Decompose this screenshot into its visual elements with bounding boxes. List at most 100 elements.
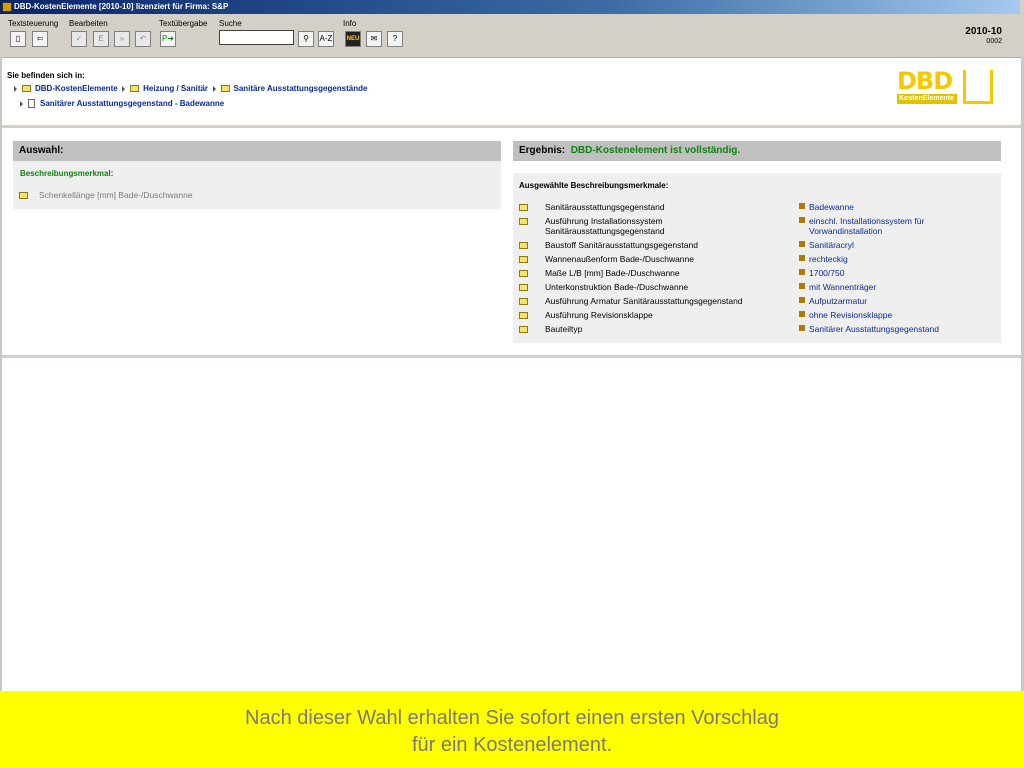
merkmal-name: Baustoff Sanitärausstattungsgegenstand (545, 240, 698, 250)
logo-subtext: KostenElemente (897, 94, 957, 104)
group-label-suche: Suche (219, 19, 242, 28)
auswahl-header: Auswahl: (13, 141, 501, 161)
merkmal-value[interactable]: Sanitärer Ausstattungsgegenstand (809, 324, 939, 334)
breadcrumb-label: Sie befinden sich in: (7, 71, 85, 80)
merkmal-name: Ausführung Installationssystem Sanitäraus… (545, 216, 665, 236)
app-icon (2, 2, 12, 12)
undo-icon: ↶ (139, 34, 147, 43)
arrow-right-icon (14, 85, 17, 92)
ergebnis-panel: Ausgewählte Beschreibungsmerkmale: Sanit… (513, 173, 1001, 343)
merkmal-value[interactable]: mit Wannenträger (809, 282, 876, 292)
marker-icon (799, 269, 805, 275)
folder-icon (19, 192, 28, 199)
merkmal-value[interactable]: Sanitäracryl (809, 240, 854, 250)
merkmal-value[interactable]: 1700/750 (809, 268, 844, 278)
folder-icon (519, 218, 528, 225)
marker-icon (799, 283, 805, 289)
merkmal-value[interactable]: rechteckig (809, 254, 848, 264)
arrow-right-icon (20, 100, 23, 107)
folder-icon (130, 85, 140, 93)
arrow-right-icon (212, 85, 216, 92)
search-input[interactable] (219, 30, 294, 45)
merkmal-name: Wannenaußenform Bade-/Duschwanne (545, 254, 694, 264)
arrow-right-icon (122, 85, 126, 92)
document-icon (28, 99, 35, 109)
news-button[interactable]: NEU (345, 31, 361, 47)
marker-icon (799, 297, 805, 303)
caption-line-1: Nach dieser Wahl erhalten Sie sofort ein… (245, 707, 779, 729)
binoculars-icon: ⚲ (303, 34, 309, 43)
auswahl-section-title: Beschreibungsmerkmal: (20, 169, 114, 178)
version-info: 2010-10 0002 (965, 26, 1002, 45)
folder-icon (519, 270, 528, 277)
merkmal-value[interactable]: Aufputzarmatur (809, 296, 867, 306)
breadcrumb-item-kostenelemente[interactable]: DBD-KostenElemente (35, 84, 118, 93)
version-build: 0002 (986, 38, 1002, 45)
merkmal-value-line2: Vorwandinstallation (809, 226, 883, 236)
checkmark-icon: ✓ (75, 34, 83, 43)
breadcrumb-current: Sanitärer Ausstattungsgegenstand - Badew… (20, 99, 224, 109)
search-binoculars-button[interactable]: ⚲ (298, 31, 314, 47)
group-label-bearbeiten: Bearbeiten (69, 19, 108, 28)
folder-icon (519, 326, 528, 333)
dbd-logo: DBD KostenElemente (897, 68, 997, 106)
mail-button[interactable]: ✉ (366, 31, 382, 47)
marker-icon (799, 241, 805, 247)
exit-button[interactable]: ⇦ (32, 31, 48, 47)
merkmal-name: Maße L/B [mm] Bade-/Duschwanne (545, 268, 680, 278)
window-controls[interactable] (1020, 0, 1024, 14)
search-az-button[interactable]: A-Z (318, 31, 334, 47)
edit-text-button[interactable]: E (93, 31, 109, 47)
auswahl-item[interactable]: Schenkellänge [mm] Bade-/Duschwanne (19, 190, 489, 202)
ergebnis-section-title: Ausgewählte Beschreibungsmerkmale: (519, 181, 669, 190)
folder-icon (519, 242, 528, 249)
az-sort-icon: A-Z (319, 34, 333, 43)
marker-icon (799, 325, 805, 331)
marker-icon (799, 217, 805, 223)
ergebnis-label: Ergebnis: (519, 145, 566, 156)
mail-icon: ✉ (370, 34, 378, 43)
merkmal-value[interactable]: ohne Revisionsklappe (809, 310, 892, 320)
window-title: DBD-KostenElemente [2010-10] lizenziert … (14, 2, 229, 11)
logo-box-icon (963, 70, 993, 104)
breadcrumb: Sie befinden sich in: (7, 71, 85, 80)
merkmal-name: Sanitärausstattungsgegenstand (545, 202, 665, 212)
transfer-button[interactable]: P➜ (160, 31, 176, 47)
forward-button[interactable]: » (114, 31, 130, 47)
merkmal-name: Bauteiltyp (545, 324, 583, 334)
merkmal-value[interactable]: einschl. Installationssystem für Vorwandi… (809, 216, 924, 236)
check-button[interactable]: ✓ (71, 31, 87, 47)
section-divider (2, 355, 1021, 358)
new-document-button[interactable]: ▯ (10, 31, 26, 47)
undo-button[interactable]: ↶ (135, 31, 151, 47)
merkmal-value[interactable]: Badewanne (809, 202, 854, 212)
section-divider (2, 125, 1021, 128)
merkmal-name-line1: Ausführung Installationssystem (545, 216, 663, 226)
folder-icon (519, 298, 528, 305)
frame-left-edge (0, 57, 2, 691)
marker-icon (799, 255, 805, 261)
group-label-textuebergabe: Textübergabe (159, 19, 208, 28)
breadcrumb-item-sanitaere[interactable]: Sanitäre Ausstattungsgegenstände (234, 84, 368, 93)
version-year: 2010-10 (965, 26, 1002, 37)
window-titlebar: DBD-KostenElemente [2010-10] lizenziert … (0, 0, 1024, 14)
ergebnis-header: Ergebnis: DBD-Kostenelement ist vollstän… (513, 141, 1001, 161)
marker-icon (799, 203, 805, 209)
group-label-info: Info (343, 19, 357, 28)
breadcrumb-item-current[interactable]: Sanitärer Ausstattungsgegenstand - Badew… (40, 99, 224, 108)
caption-text: Nach dieser Wahl erhalten Sie sofort ein… (0, 705, 1024, 759)
folder-icon (519, 204, 528, 211)
text-edit-icon: E (98, 34, 104, 43)
help-button[interactable]: ? (387, 31, 403, 47)
folder-icon (519, 312, 528, 319)
auswahl-item-label: Schenkellänge [mm] Bade-/Duschwanne (39, 190, 193, 200)
breadcrumb-item-heizung[interactable]: Heizung / Sanitär (143, 84, 208, 93)
ergebnis-status: DBD-Kostenelement ist vollständig. (570, 145, 741, 156)
help-icon: ? (392, 34, 398, 43)
neu-icon: NEU (346, 36, 360, 42)
merkmal-name-line2: Sanitärausstattungsgegenstand (545, 226, 665, 236)
toolbar: Textsteuerung Bearbeiten Textübergabe Su… (0, 14, 1024, 51)
transfer-arrow-icon: P➜ (161, 34, 175, 43)
folder-icon (22, 85, 31, 93)
forward-icon: » (119, 34, 125, 43)
